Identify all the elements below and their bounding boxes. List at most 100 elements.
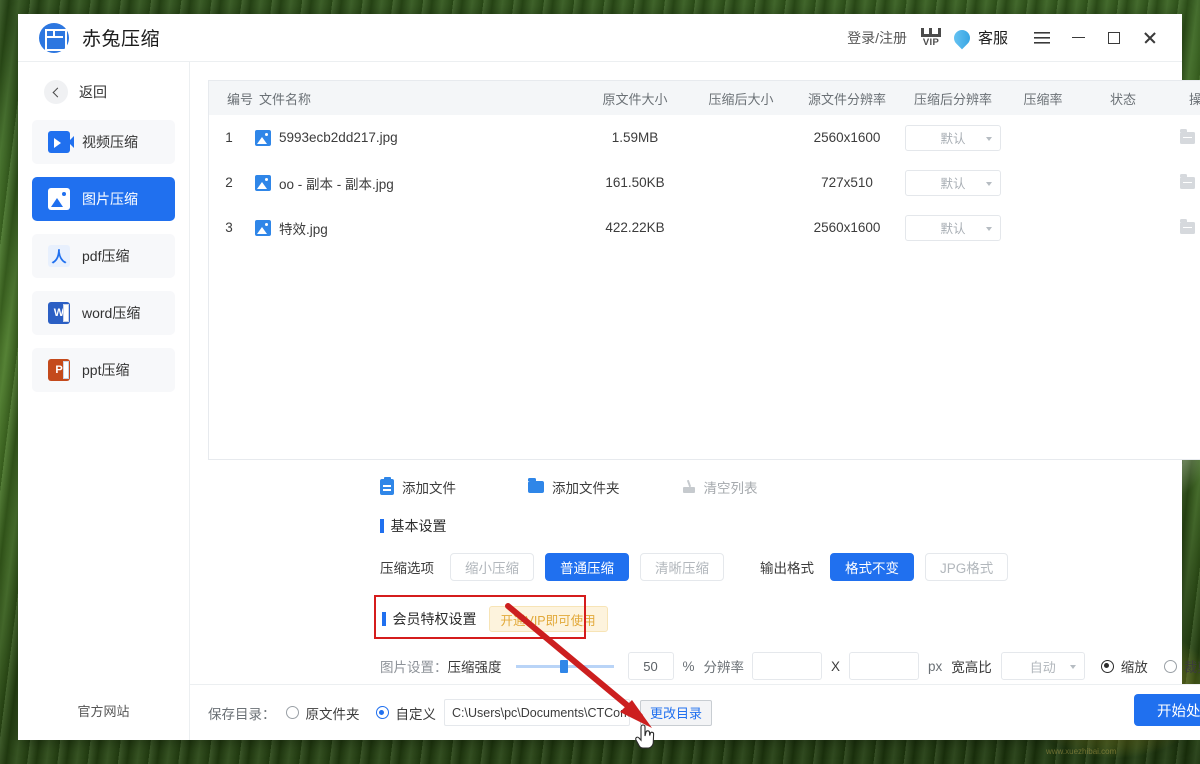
back-label: 返回 [79,84,107,100]
close-button[interactable] [1132,22,1168,54]
folder-icon[interactable] [1180,173,1195,189]
sidebar-item-ppt[interactable]: P ppt压缩 [32,348,175,392]
app-brand: 赤兔压缩 [39,22,160,53]
save-custom-label: 自定义 [395,706,437,722]
output-format-label: 输出格式 [760,561,814,576]
video-icon [48,131,74,153]
aspect-ratio-select[interactable]: 自动 [1000,652,1085,680]
clear-list-button[interactable]: 清空列表 [682,477,758,497]
basic-settings-header: 基本设置 [380,516,1200,536]
output-format-keep[interactable]: 格式不变 [830,553,914,581]
row-quality-value: 默认 [940,132,966,146]
back-button[interactable]: 返回 [44,80,189,104]
compress-option-clear[interactable]: 清晰压缩 [640,553,724,581]
row-actions [1163,173,1200,190]
save-original-folder-radio[interactable] [285,706,299,719]
add-folder-icon [528,478,544,493]
grid-logo-icon [39,22,69,53]
add-file-button[interactable]: 添加文件 [380,476,456,497]
header-no: 编号 [227,91,254,107]
resolution-width-input[interactable] [752,652,823,680]
maximize-icon [1108,31,1120,44]
main-content: 编号 文件名称 原文件大小 压缩后大小 源文件分辨率 压缩后分辨率 压缩率 状态… [190,62,1200,740]
row-cres-cell: 默认 [903,214,1003,241]
folder-icon[interactable] [1180,218,1195,234]
ppt-icon: P [48,359,70,381]
percent-unit: % [682,658,695,674]
row-filename: oo - 副本 - 副本.jpg [279,176,394,192]
output-format-jpg[interactable]: JPG格式 [925,553,1009,581]
sidebar-item-video[interactable]: 视频压缩 [32,120,175,164]
row-quality-value: 默认 [940,177,966,191]
image-file-icon [255,219,271,236]
save-path-input[interactable]: C:\Users\pc\Documents\CTCom [444,699,630,726]
row-name-cell: oo - 副本 - 副本.jpg [249,173,579,193]
add-folder-button[interactable]: 添加文件夹 [528,477,620,497]
compression-options-row: 压缩选项 缩小压缩 普通压缩 清晰压缩 输出格式 格式不变 JPG格式 [380,553,1200,581]
slider-thumb[interactable] [559,659,568,673]
minimize-button[interactable] [1060,22,1096,54]
mode-crop-radio[interactable] [1163,659,1177,673]
sidebar-nav: 视频压缩 图片压缩 人 pdf压缩 W word压缩 P ppt压缩 [18,120,189,392]
vip-settings-anchor: 会员特权设置 开通VIP即可使用 [374,595,1200,639]
basic-settings-title: 基本设置 [390,518,447,534]
sidebar-item-label: word压缩 [82,305,141,321]
chevron-down-icon [986,226,992,231]
customer-support-button[interactable]: 客服 [950,26,1008,49]
sidebar-item-label: 视频压缩 [82,134,138,150]
chevron-down-icon [1069,665,1076,669]
table-row[interactable]: 2 oo - 副本 - 副本.jpg 161.50KB 727x510 默认 [209,160,1200,205]
header-name: 文件名称 [259,91,312,107]
start-process-button[interactable]: 开始处理 [1134,694,1200,726]
broom-icon [682,480,696,494]
change-directory-button[interactable]: 更改目录 [640,699,713,726]
row-size: 161.50KB [605,175,665,190]
table-row[interactable]: 3 特效.jpg 422.22KB 2560x1600 默认 [209,205,1200,250]
resolution-height-input[interactable] [849,652,920,680]
strength-value-input[interactable]: 50 [627,652,674,680]
row-quality-value: 默认 [940,222,966,236]
sidebar-item-word[interactable]: W word压缩 [32,291,175,335]
folder-icon[interactable] [1180,128,1195,144]
sidebar-item-pdf[interactable]: 人 pdf压缩 [32,234,175,278]
official-website-link[interactable]: 官方网站 [18,701,189,720]
maximize-button[interactable] [1096,22,1132,54]
row-res: 2560x1600 [813,220,881,235]
compress-option-label: 压缩选项 [380,561,434,576]
row-name-cell: 5993ecb2dd217.jpg [249,129,579,146]
file-action-bar: 添加文件 添加文件夹 清空列表 [380,476,1200,497]
mode-scale-radio[interactable] [1100,659,1114,673]
chevron-left-icon [44,80,68,104]
login-register-link[interactable]: 登录/注册 [845,24,909,52]
sidebar-item-label: ppt压缩 [82,362,130,378]
save-directory-label: 保存目录： [208,706,276,722]
pdf-icon: 人 [48,245,70,267]
header-size: 原文件大小 [602,91,668,107]
aspect-ratio-value: 自动 [1029,659,1056,675]
mode-scale-label: 缩放 [1120,660,1148,675]
compress-option-small[interactable]: 缩小压缩 [450,553,534,581]
sidebar-item-label: 图片压缩 [82,191,138,207]
crown-vip-icon[interactable]: VIP [916,24,946,52]
chevron-down-icon [986,136,992,141]
header-res: 源文件分辨率 [807,91,886,107]
vip-label: VIP [922,36,940,48]
sidebar-item-image[interactable]: 图片压缩 [32,177,175,221]
vip-unlock-tag[interactable]: 开通VIP即可使用 [488,606,608,632]
row-quality-select[interactable]: 默认 [905,124,1001,151]
row-actions [1163,128,1200,145]
headset-drop-icon [950,26,974,49]
save-directory-bar: 保存目录： 原文件夹 自定义 C:\Users\pc\Documents\CTC… [190,684,1200,740]
vip-settings-title: 会员特权设置 [392,611,477,627]
table-row[interactable]: 1 5993ecb2dd217.jpg 1.59MB 2560x1600 默认 [209,115,1200,160]
save-custom-radio[interactable] [375,706,389,719]
hamburger-menu-button[interactable] [1024,22,1060,54]
compression-strength-slider[interactable] [515,659,614,673]
header-action: 操作 [1188,91,1200,107]
row-quality-select[interactable]: 默认 [905,169,1001,196]
image-file-icon [255,129,271,146]
compress-option-normal[interactable]: 普通压缩 [545,553,629,581]
px-unit: px [928,658,943,674]
row-quality-select[interactable]: 默认 [905,214,1001,241]
row-filename: 5993ecb2dd217.jpg [279,130,398,145]
